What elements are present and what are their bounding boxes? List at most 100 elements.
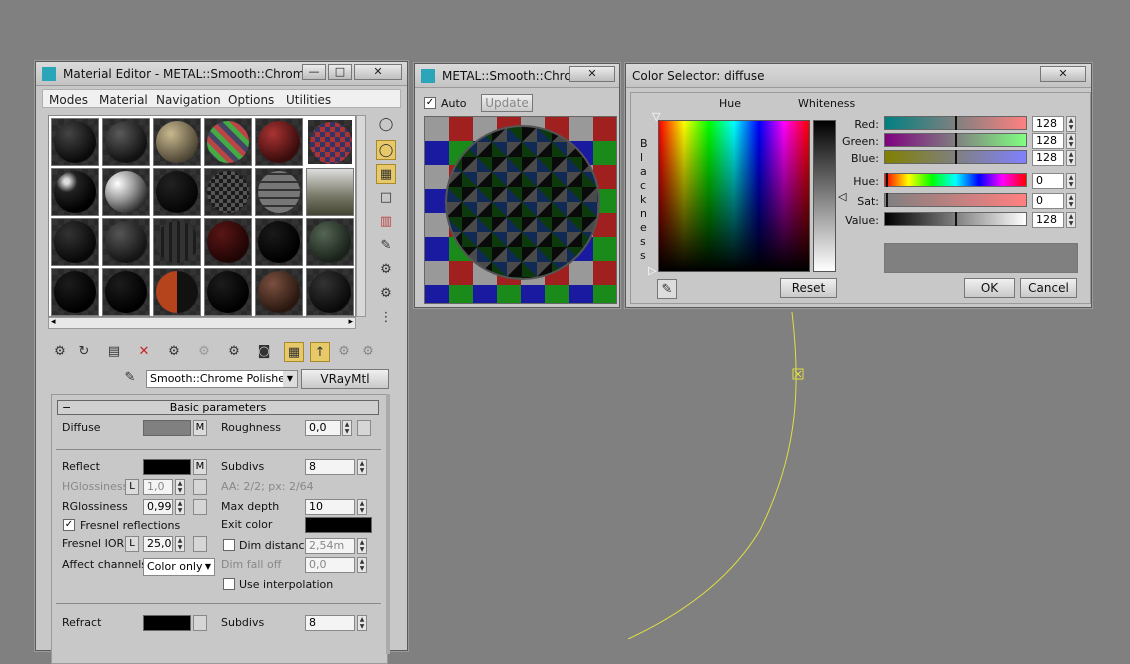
update-button[interactable]: Update — [481, 94, 533, 112]
menu-utilities[interactable]: Utilities — [286, 93, 331, 107]
preview-titlebar[interactable]: METAL::Smooth::Chro... ✕ — [415, 64, 619, 88]
green-spinner[interactable]: ▲ ▼ — [1066, 133, 1076, 149]
rollout-header[interactable]: − Basic parameters — [57, 400, 379, 415]
sample-slot[interactable] — [153, 168, 201, 216]
minimize-button[interactable]: — — [302, 64, 326, 80]
dim-distance-spinner[interactable]: ▲ ▼ — [357, 538, 367, 554]
sample-slot[interactable] — [306, 218, 354, 266]
blue-input[interactable]: 128 — [1032, 150, 1064, 166]
material-name-dropdown-arrow[interactable]: ▼ — [283, 371, 297, 387]
value-slider[interactable] — [884, 212, 1027, 226]
put-to-scene-icon[interactable]: ↻ — [74, 342, 94, 362]
video-color-check-icon[interactable]: ▥ — [376, 212, 396, 232]
sample-slot[interactable] — [255, 118, 303, 166]
sample-slot[interactable] — [102, 118, 150, 166]
sat-input[interactable]: 0 — [1032, 193, 1064, 209]
sample-slot[interactable] — [51, 268, 99, 316]
fresnel-checkbox[interactable]: ✓ — [63, 519, 75, 531]
ok-button[interactable]: OK — [964, 278, 1015, 298]
green-slider[interactable] — [884, 133, 1027, 147]
maximize-button[interactable]: □ — [328, 64, 352, 80]
menu-modes[interactable]: Modes — [49, 93, 88, 107]
red-input[interactable]: 128 — [1032, 116, 1064, 132]
roughness-map-button[interactable] — [357, 420, 371, 436]
refract-map-button[interactable] — [193, 615, 207, 631]
sample-slot[interactable] — [306, 268, 354, 316]
material-editor-titlebar[interactable]: Material Editor - METAL::Smooth::Chrome … — [36, 62, 407, 86]
fresnel-ior-input[interactable]: 25,0 — [143, 536, 173, 552]
sample-slot[interactable] — [255, 268, 303, 316]
show-shaded-material-icon[interactable]: ◙ — [254, 342, 274, 362]
go-to-parent-icon[interactable]: ↑ — [310, 342, 330, 362]
sample-slot[interactable] — [102, 268, 150, 316]
red-slider[interactable] — [884, 116, 1027, 130]
blue-spinner[interactable]: ▲ ▼ — [1066, 150, 1076, 166]
max-depth-spinner[interactable]: ▲ ▼ — [357, 499, 367, 515]
rglossiness-map-button[interactable] — [193, 499, 207, 515]
sample-slot[interactable] — [306, 168, 354, 216]
roughness-spinner[interactable]: ▲ ▼ — [342, 420, 352, 436]
roughness-input[interactable]: 0,0 — [305, 420, 341, 436]
red-spinner[interactable]: ▲ ▼ — [1066, 116, 1076, 132]
color-selector-close-button[interactable]: ✕ — [1040, 66, 1086, 82]
get-material-icon[interactable]: ⚙ — [50, 342, 70, 362]
sample-slot[interactable] — [153, 218, 201, 266]
make-unique-icon[interactable]: ⚙ — [164, 342, 184, 362]
assign-material-icon[interactable]: ▤ — [104, 342, 124, 362]
sample-uv-tiling-icon[interactable]: □ — [376, 188, 396, 208]
use-interpolation-checkbox[interactable] — [223, 578, 235, 590]
dim-falloff-input[interactable]: 0,0 — [305, 557, 355, 573]
cancel-button[interactable]: Cancel — [1020, 278, 1077, 298]
reflect-map-button[interactable]: M — [193, 459, 207, 475]
hue-blackness-field[interactable] — [658, 120, 810, 272]
sample-slot[interactable] — [204, 218, 252, 266]
affect-channels-select[interactable]: Color only ▼ — [143, 558, 215, 576]
go-forward-sibling-icon[interactable]: ⚙ — [334, 342, 354, 362]
diffuse-map-button[interactable]: M — [193, 420, 207, 436]
sample-slot[interactable] — [255, 168, 303, 216]
options-icon[interactable]: ⚙ — [376, 260, 396, 280]
sample-slot[interactable] — [255, 218, 303, 266]
max-depth-input[interactable]: 10 — [305, 499, 355, 515]
fresnel-ior-spinner[interactable]: ▲ ▼ — [175, 536, 185, 552]
sample-slot[interactable] — [204, 168, 252, 216]
refract-subdivs-spinner[interactable]: ▲ ▼ — [357, 615, 367, 631]
material-name-field[interactable]: Smooth::Chrome Polished — [146, 370, 298, 388]
hue-marker-icon[interactable]: ▽ — [652, 110, 660, 123]
color-selector-titlebar[interactable]: Color Selector: diffuse ✕ — [626, 64, 1091, 88]
auto-checkbox[interactable]: ✓ — [424, 97, 436, 109]
hglossiness-map-button[interactable] — [193, 479, 207, 495]
reflect-subdivs-spinner[interactable]: ▲ ▼ — [357, 459, 367, 475]
sample-slot[interactable] — [102, 218, 150, 266]
sample-slot[interactable] — [153, 268, 201, 316]
rollout-scrollbar[interactable] — [386, 394, 390, 654]
hglossiness-input[interactable]: 1,0 — [143, 479, 173, 495]
dim-distance-checkbox[interactable] — [223, 539, 235, 551]
reflect-subdivs-input[interactable]: 8 — [305, 459, 355, 475]
reset-button[interactable]: Reset — [780, 278, 837, 298]
background-icon[interactable]: ▦ — [376, 164, 396, 184]
blue-slider[interactable] — [884, 150, 1027, 164]
material-navigator-icon[interactable]: ⋮ — [376, 308, 396, 328]
refract-color-swatch[interactable] — [143, 615, 191, 631]
fresnel-ior-map-button[interactable] — [193, 536, 207, 552]
sat-slider[interactable] — [884, 193, 1027, 207]
eyedropper-icon[interactable]: ✎ — [657, 279, 677, 299]
sample-slot[interactable] — [51, 168, 99, 216]
menu-navigation[interactable]: Navigation — [156, 93, 221, 107]
sample-type-icon[interactable]: ◯ — [376, 115, 396, 135]
whiteness-bar[interactable] — [813, 120, 836, 272]
menu-material[interactable]: Material — [99, 93, 148, 107]
fresnel-ior-lock-button[interactable]: L — [125, 536, 139, 552]
green-input[interactable]: 128 — [1032, 133, 1064, 149]
hglossiness-lock-button[interactable]: L — [125, 479, 139, 495]
hue-spinner[interactable]: ▲ ▼ — [1066, 173, 1076, 189]
put-to-library-icon[interactable]: ⚙ — [194, 342, 214, 362]
reset-map-icon[interactable]: ✕ — [134, 342, 154, 362]
material-type-button[interactable]: VRayMtl — [301, 369, 389, 389]
rglossiness-spinner[interactable]: ▲ ▼ — [175, 499, 185, 515]
sample-slot[interactable] — [102, 168, 150, 216]
sample-slot[interactable] — [51, 218, 99, 266]
pick-material-eyedropper-icon[interactable]: ✎ — [120, 368, 140, 388]
reflect-color-swatch[interactable] — [143, 459, 191, 475]
